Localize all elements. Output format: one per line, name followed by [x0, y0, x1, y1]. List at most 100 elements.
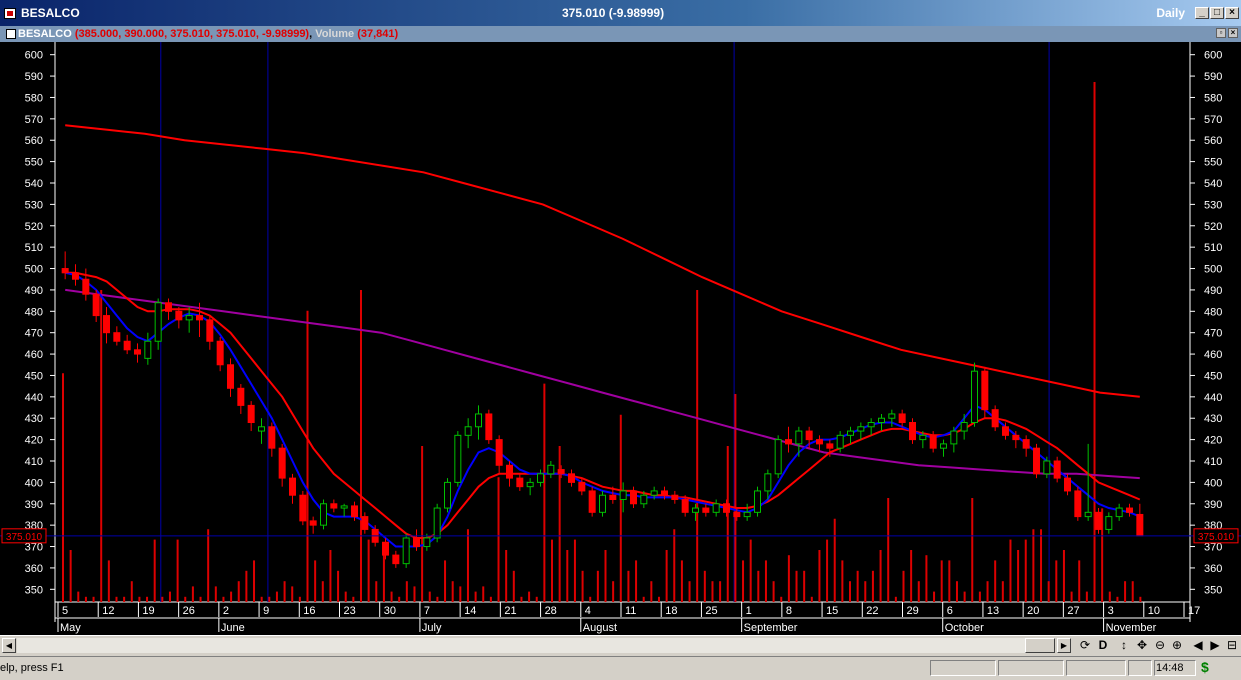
candle-body [196, 315, 203, 321]
y-tick-label-left: 430 [25, 413, 43, 425]
title-bar[interactable]: BESALCO 375.010 (-9.98999) Daily _ □ × [0, 0, 1241, 26]
y-tick-label-right: 400 [1204, 477, 1222, 489]
y-tick-label-left: 400 [25, 477, 43, 489]
candle-body [185, 315, 193, 321]
pane-close-icon[interactable]: × [1228, 28, 1238, 38]
x-day-label: 20 [1027, 605, 1039, 617]
candle-body [640, 494, 648, 505]
x-day-label: 1 [746, 605, 752, 617]
candle-body [702, 507, 710, 513]
candle-body [309, 520, 317, 526]
y-tick-label-right: 370 [1204, 542, 1222, 554]
price-tag-right: 375.010 [1198, 532, 1235, 543]
candle-body [599, 494, 606, 513]
x-day-label: 3 [1108, 605, 1114, 617]
y-tick-label-right: 360 [1204, 563, 1222, 575]
candle-body [743, 511, 751, 518]
candle-body [898, 413, 906, 424]
candle-body [557, 469, 565, 475]
candle-body [72, 272, 79, 280]
x-day-label: 21 [504, 605, 516, 617]
x-month-label: October [945, 622, 984, 634]
chart-header: BESALCO (385.000, 390.000, 375.010, 375.… [0, 26, 1241, 42]
candle-body [278, 447, 286, 479]
candle-body [392, 554, 400, 565]
y-tick-label-right: 540 [1204, 178, 1222, 190]
x-day-label: 2 [223, 605, 229, 617]
close-button[interactable]: × [1225, 7, 1239, 19]
y-tick-label-left: 360 [25, 563, 43, 575]
zoom-in-icon[interactable]: ⊕ [1168, 637, 1186, 654]
y-tick-label-right: 480 [1204, 306, 1222, 318]
candle-body [237, 387, 245, 406]
candle-body [712, 503, 720, 513]
candle-body [103, 315, 110, 334]
y-tick-label-right: 600 [1204, 50, 1222, 62]
dollar-icon[interactable]: $ [1201, 659, 1209, 675]
y-tick-label-right: 550 [1204, 157, 1222, 169]
period-label[interactable]: Daily [1156, 6, 1185, 20]
y-tick-label-right: 420 [1204, 435, 1222, 447]
next-icon[interactable]: ▶ [1206, 637, 1224, 654]
prev-icon[interactable]: ◀ [1189, 637, 1207, 654]
move-icon[interactable]: ✥ [1133, 637, 1151, 654]
candle-body [320, 503, 327, 526]
period-d-button[interactable]: D [1094, 637, 1112, 654]
x-day-label: 25 [705, 605, 717, 617]
x-month-label: September [744, 622, 798, 634]
x-day-label: 15 [826, 605, 838, 617]
x-month-label: August [583, 622, 617, 634]
candle-body [526, 481, 534, 488]
candle-body [154, 302, 162, 342]
candle-body [216, 340, 224, 366]
y-tick-label-left: 520 [25, 221, 43, 233]
scroll-left-button[interactable]: ◀ [2, 638, 16, 653]
candle-body [1053, 460, 1061, 479]
minimize-button[interactable]: _ [1195, 7, 1209, 19]
candle-body [516, 477, 524, 488]
status-bar: elp, press F1 14:48 $ [0, 656, 1241, 680]
x-day-label: 16 [303, 605, 315, 617]
pane-restore-icon[interactable]: ▫ [1216, 28, 1226, 38]
candle-body [1084, 511, 1092, 518]
x-day-label: 30 [384, 605, 396, 617]
candle-body [630, 490, 637, 505]
y-tick-label-left: 450 [25, 370, 43, 382]
y-tick-label-left: 370 [25, 542, 43, 554]
chart-select-checkbox[interactable] [6, 29, 16, 39]
candle-body [144, 340, 152, 359]
candle-body [361, 516, 369, 530]
status-help-text: elp, press F1 [0, 662, 64, 674]
refresh-icon[interactable]: ⟳ [1076, 637, 1094, 654]
candle-body [588, 490, 596, 513]
candle-body [123, 340, 131, 351]
x-day-label: 5 [62, 605, 68, 617]
x-day-label: 22 [866, 605, 878, 617]
scroll-right-button[interactable]: ▶ [1057, 638, 1071, 653]
candle-body [619, 490, 627, 500]
grid-icon[interactable]: ⊟ [1223, 637, 1241, 654]
y-tick-label-right: 470 [1204, 328, 1222, 340]
candle-body [382, 541, 389, 556]
x-day-label: 10 [1148, 605, 1160, 617]
candle-body [650, 490, 658, 496]
y-tick-label-right: 500 [1204, 264, 1222, 276]
candle-body [847, 430, 854, 436]
candle-body [878, 417, 885, 424]
chart-area[interactable]: 600 600 590 590 580 580 570 570 560 560 550 550 540 5… [0, 42, 1241, 635]
candle-body [836, 434, 844, 449]
scroll-thumb[interactable] [1025, 638, 1055, 653]
status-pane-4 [1128, 660, 1152, 676]
y-tick-label-left: 560 [25, 135, 43, 147]
price-chart[interactable]: 600 600 590 590 580 580 570 570 560 560 550 550 540 5… [0, 42, 1241, 635]
scroll-track[interactable] [17, 638, 1025, 653]
restore-button[interactable]: □ [1210, 7, 1224, 19]
candle-body [867, 422, 875, 428]
candle-body [785, 439, 792, 445]
up-down-icon[interactable]: ↕ [1115, 637, 1133, 654]
candle-body [919, 434, 927, 441]
ohlc-values: (385.000, 390.000, 375.010, 375.010, -9.… [74, 28, 310, 40]
zoom-out-icon[interactable]: ⊖ [1151, 637, 1169, 654]
x-day-label: 12 [102, 605, 114, 617]
candle-body [1095, 511, 1102, 530]
